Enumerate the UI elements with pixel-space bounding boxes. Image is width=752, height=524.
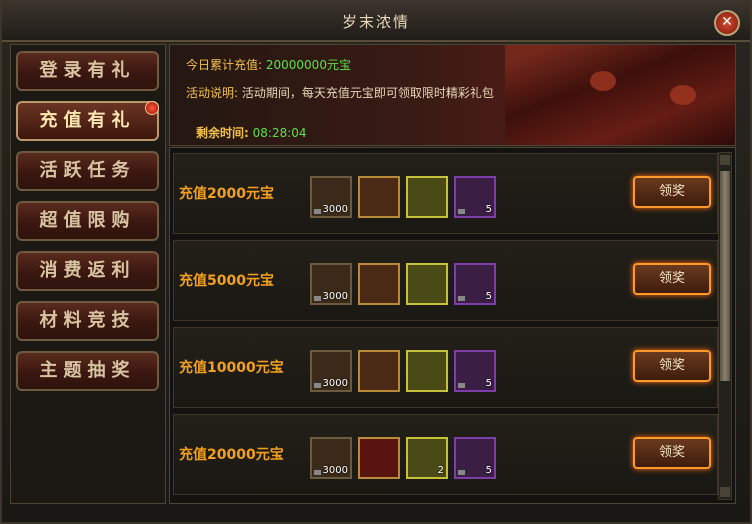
scroll-down-icon[interactable] <box>720 487 730 497</box>
description-label: 活动说明: <box>186 86 239 100</box>
red-scroll-icon[interactable] <box>358 437 400 479</box>
event-window: 岁末浓情 ✕ 登录有礼 充值有礼 活跃任务 超值限购 消费返利 材料竞技 主题抽… <box>0 0 752 524</box>
red-pouch-icon[interactable] <box>406 263 448 305</box>
window-title: 岁末浓情 <box>341 13 410 31</box>
tab-label: 充值有礼 <box>39 110 136 131</box>
tab-material-contest[interactable]: 材料竞技 <box>16 301 159 341</box>
scroll-icon[interactable] <box>358 263 400 305</box>
banner-artwork <box>505 45 735 145</box>
reward-list: 充值2000元宝 3000 5 领奖 充值5000元宝 3000 5 领奖 充值… <box>169 147 736 504</box>
reward-row: 充值20000元宝 3000 2 5 领奖 <box>173 414 718 495</box>
token-bag-icon[interactable]: 5 <box>454 263 496 305</box>
tab-spend-rebate[interactable]: 消费返利 <box>16 251 159 291</box>
close-icon[interactable]: ✕ <box>714 10 740 36</box>
description-text: 活动期间，每天充值元宝即可领取限时精彩礼包 <box>241 86 494 100</box>
claim-button[interactable]: 领奖 <box>633 263 711 295</box>
notification-dot-icon <box>145 101 159 115</box>
scrollbar[interactable] <box>718 152 732 500</box>
claim-button[interactable]: 领奖 <box>633 350 711 382</box>
gold-ingot-icon[interactable]: 3000 <box>310 350 352 392</box>
tab-login-gift[interactable]: 登录有礼 <box>16 51 159 91</box>
reward-row: 充值2000元宝 3000 5 领奖 <box>173 153 718 234</box>
token-bag-icon[interactable]: 5 <box>454 437 496 479</box>
event-header: 今日累计充值: 20000000元宝 活动说明: 活动期间，每天充值元宝即可领取… <box>169 44 736 146</box>
tab-recharge-gift[interactable]: 充值有礼 <box>16 101 159 141</box>
total-recharge-label: 今日累计充值: <box>186 58 263 72</box>
total-recharge-value: 20000000元宝 <box>265 58 351 72</box>
scroll-icon[interactable] <box>358 350 400 392</box>
reward-condition: 充值10000元宝 <box>179 360 284 376</box>
time-remaining-value: 08:28:04 <box>252 126 307 140</box>
tab-theme-lottery[interactable]: 主题抽奖 <box>16 351 159 391</box>
claim-button[interactable]: 领奖 <box>633 176 711 208</box>
title-bar: 岁末浓情 ✕ <box>2 2 750 42</box>
scroll-icon[interactable] <box>358 176 400 218</box>
reward-condition: 充值2000元宝 <box>179 186 274 202</box>
sidebar: 登录有礼 充值有礼 活跃任务 超值限购 消费返利 材料竞技 主题抽奖 <box>10 44 166 504</box>
tab-active-tasks[interactable]: 活跃任务 <box>16 151 159 191</box>
time-remaining-label: 剩余时间: <box>196 126 249 140</box>
gold-ingot-icon[interactable]: 3000 <box>310 263 352 305</box>
reward-row: 充值10000元宝 3000 5 领奖 <box>173 327 718 408</box>
red-pouch-icon[interactable] <box>406 176 448 218</box>
tab-limited-purchase[interactable]: 超值限购 <box>16 201 159 241</box>
token-bag-icon[interactable]: 5 <box>454 176 496 218</box>
lantern-icon <box>590 71 616 91</box>
scroll-up-icon[interactable] <box>720 155 730 165</box>
lantern-icon <box>670 85 696 105</box>
gold-ingot-icon[interactable]: 3000 <box>310 437 352 479</box>
claim-button[interactable]: 领奖 <box>633 437 711 469</box>
reward-condition: 充值5000元宝 <box>179 273 274 289</box>
gold-ingot-icon[interactable]: 3000 <box>310 176 352 218</box>
token-bag-icon[interactable]: 5 <box>454 350 496 392</box>
red-pouch-icon[interactable] <box>406 350 448 392</box>
reward-row: 充值5000元宝 3000 5 领奖 <box>173 240 718 321</box>
reward-condition: 充值20000元宝 <box>179 447 284 463</box>
red-pouch-icon[interactable]: 2 <box>406 437 448 479</box>
scrollbar-thumb[interactable] <box>720 171 730 381</box>
